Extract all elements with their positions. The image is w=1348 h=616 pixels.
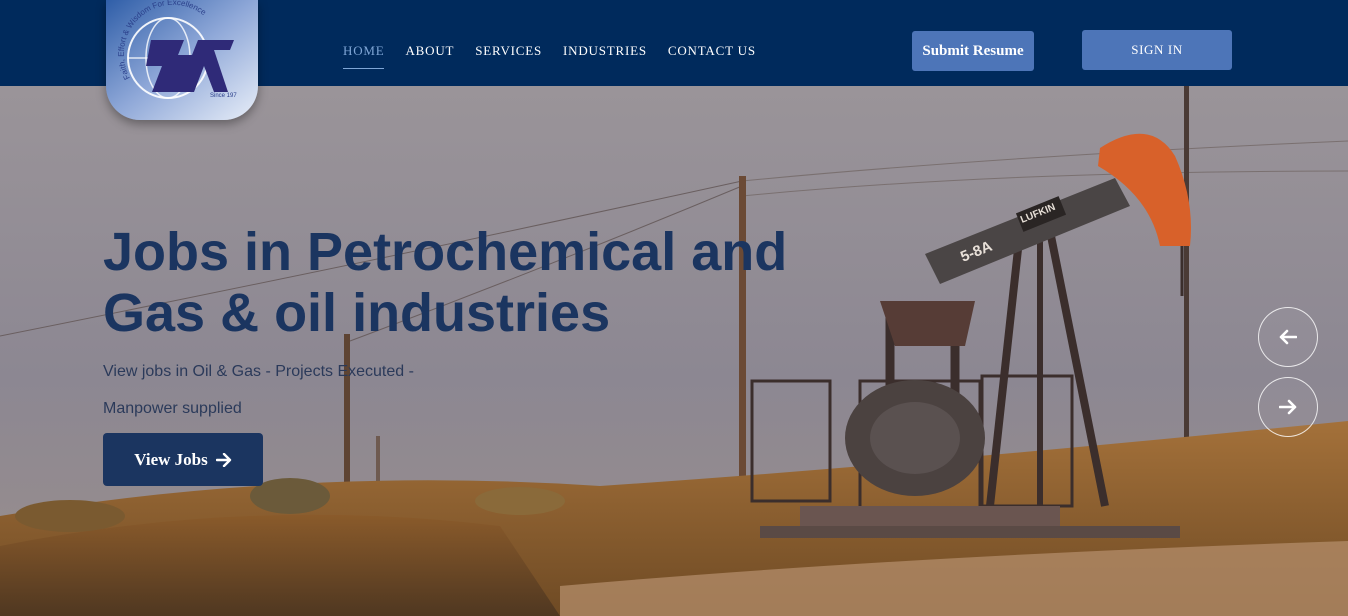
view-jobs-button[interactable]: View Jobs <box>103 433 263 486</box>
logo-emblem: Faith, Effort & Wisdom For Excellence Si… <box>106 0 258 120</box>
slider-prev-button[interactable] <box>1258 307 1318 367</box>
hero-banner: 5-8A LUFKIN <box>0 86 1348 616</box>
nav-about[interactable]: ABOUT <box>405 43 454 59</box>
slider-next-button[interactable] <box>1258 377 1318 437</box>
view-jobs-label: View Jobs <box>134 449 208 469</box>
hero-title: Jobs in Petrochemical and Gas & oil indu… <box>103 222 823 344</box>
nav-industries[interactable]: INDUSTRIES <box>563 43 647 59</box>
nav-contact-us[interactable]: CONTACT US <box>668 43 756 59</box>
main-nav: HOME ABOUT SERVICES INDUSTRIES CONTACT U… <box>343 43 777 69</box>
company-logo[interactable]: Faith, Effort & Wisdom For Excellence Si… <box>106 0 258 120</box>
submit-resume-button[interactable]: Submit Resume <box>912 31 1034 71</box>
arrow-right-icon <box>215 452 231 467</box>
nav-home[interactable]: HOME <box>343 43 385 69</box>
nav-services[interactable]: SERVICES <box>475 43 542 59</box>
logo-since: Since 197 <box>210 93 237 99</box>
hero-subtitle-line2: Manpower supplied <box>103 400 242 417</box>
hero-subtitle-line1: View jobs in Oil & Gas - Projects Execut… <box>103 363 414 380</box>
sign-in-button[interactable]: SIGN IN <box>1082 30 1232 70</box>
arrow-right-icon <box>1279 399 1297 415</box>
arrow-left-icon <box>1279 329 1297 345</box>
hero-title-line1: Jobs in Petrochemical and <box>103 222 788 282</box>
oil-field-image: 5-8A LUFKIN <box>0 86 1348 616</box>
hero-title-line2: Gas & oil industries <box>103 283 611 343</box>
